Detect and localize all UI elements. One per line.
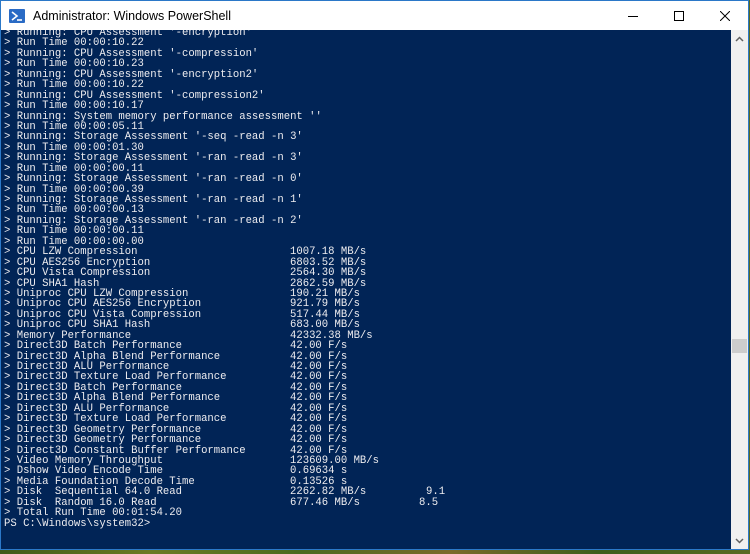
scroll-up-button[interactable] bbox=[731, 30, 748, 47]
metric-value: 42.00 F/s bbox=[290, 434, 348, 447]
console-lines: > Running: CPU Assessment '-encryption' >… bbox=[4, 30, 445, 530]
maximize-button[interactable] bbox=[656, 1, 702, 30]
disk-score: 8.5 bbox=[419, 496, 439, 509]
powershell-icon bbox=[9, 8, 25, 23]
chevron-up-icon bbox=[735, 35, 744, 42]
powershell-window: Administrator: Windows PowerShell > Runn… bbox=[0, 0, 749, 550]
scroll-down-button[interactable] bbox=[731, 532, 748, 549]
minimize-icon bbox=[628, 15, 638, 17]
window-controls bbox=[610, 1, 748, 30]
metric-value: 2564.30 MB/s bbox=[290, 267, 367, 280]
maximize-icon bbox=[674, 10, 684, 21]
metric-value: 42.00 F/s bbox=[290, 340, 348, 353]
close-button[interactable] bbox=[702, 1, 748, 30]
line-text: PS C:\Windows\system32> bbox=[4, 517, 151, 530]
title-bar[interactable]: Administrator: Windows PowerShell bbox=[1, 1, 748, 30]
window-title: Administrator: Windows PowerShell bbox=[33, 8, 231, 23]
chevron-down-icon bbox=[735, 537, 744, 544]
metric-value: 677.46 MB/s bbox=[290, 496, 360, 509]
vertical-scrollbar[interactable] bbox=[731, 30, 748, 549]
console-output[interactable]: > Running: CPU Assessment '-encryption' >… bbox=[1, 30, 732, 549]
close-icon bbox=[720, 10, 730, 21]
prompt-line: PS C:\Windows\system32> bbox=[4, 517, 322, 530]
scrollbar-thumb[interactable] bbox=[732, 339, 747, 354]
minimize-button[interactable] bbox=[610, 1, 656, 30]
